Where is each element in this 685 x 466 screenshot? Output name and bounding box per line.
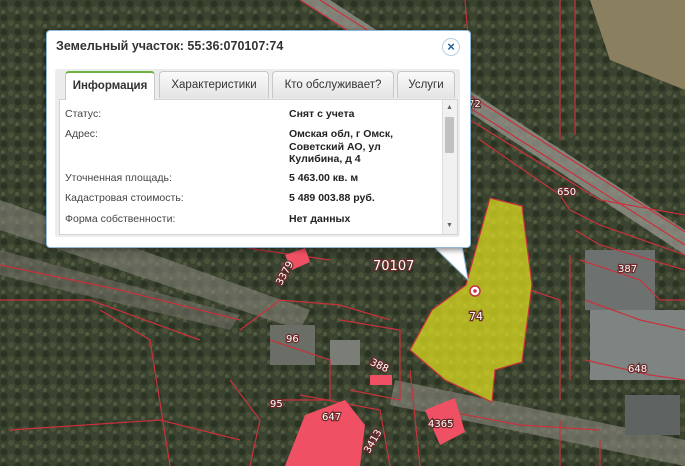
row-value: 5 463.00 кв. м [289, 172, 359, 184]
row-value: Нет данных [289, 213, 351, 225]
building [270, 325, 315, 365]
row-label: Статус: [65, 108, 102, 120]
row-label: Уточненная площадь: [65, 172, 172, 184]
info-panel[interactable]: Статус: Снят с учета Адрес: Омская обл, … [59, 99, 458, 235]
parcel-number: 4365 [428, 419, 453, 430]
popup-body: Информация Характеристики Кто обслуживае… [55, 69, 460, 237]
parcel-number: 387 [618, 264, 637, 275]
building [330, 340, 360, 365]
scroll-thumb[interactable] [445, 117, 454, 153]
selected-parcel-label: 74 [469, 310, 483, 323]
parcel-number: 96 [286, 334, 299, 345]
scroll-up-icon[interactable]: ▲ [446, 104, 453, 112]
tab-service-providers[interactable]: Кто обслуживает? [272, 71, 394, 98]
quarter-label: 70107 [373, 259, 414, 274]
scrollbar[interactable]: ▲ ▼ [442, 100, 457, 234]
building-footprint [370, 375, 392, 385]
row-label: Адрес: [65, 128, 98, 140]
building [585, 250, 655, 310]
parcel-number: 650 [557, 187, 576, 198]
tab-services[interactable]: Услуги [397, 71, 455, 98]
row-label: Кадастровая стоимость: [65, 192, 184, 204]
row-value: Омская обл, г Омск, Советский АО, ул Кул… [289, 128, 394, 165]
close-icon[interactable]: × [442, 38, 460, 56]
row-value: Снят с учета [289, 108, 355, 120]
building [625, 395, 680, 435]
tab-info[interactable]: Информация [65, 71, 155, 100]
parcel-number: 648 [628, 364, 647, 375]
parcel-number: 647 [322, 412, 341, 423]
scroll-down-icon[interactable]: ▼ [446, 222, 453, 230]
row-label: Форма собственности: [65, 213, 176, 225]
popup-title: Земельный участок: 55:36:070107:74 [56, 39, 284, 53]
parcel-number: 95 [270, 399, 283, 410]
tab-characteristics[interactable]: Характеристики [159, 71, 269, 98]
parcel-info-popup: Земельный участок: 55:36:070107:74 × Инф… [46, 30, 471, 248]
location-marker-dot [473, 289, 477, 293]
row-value: 5 489 003.88 руб. [289, 192, 375, 204]
